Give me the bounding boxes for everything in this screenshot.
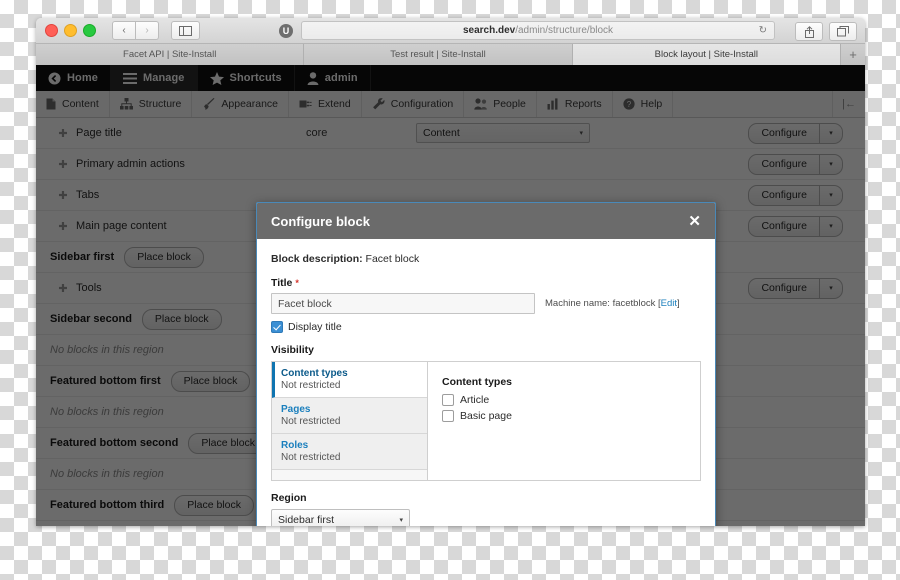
address-bar-area: U search.dev/admin/structure/block ↻	[279, 22, 775, 39]
article-label: Article	[460, 394, 489, 406]
page-content: Home Manage Shortcuts	[36, 65, 865, 526]
title-field-label: Title *	[271, 277, 701, 289]
display-title-row[interactable]: Display title	[271, 321, 701, 333]
required-marker: *	[295, 278, 299, 288]
minimize-window-button[interactable]	[64, 24, 77, 37]
new-tab-button[interactable]: +	[841, 44, 865, 65]
vertical-tab-title: Roles	[281, 440, 418, 451]
share-icon	[804, 26, 815, 38]
machine-name-prefix: Machine name: facetblock [	[545, 298, 661, 309]
title-label-text: Title	[271, 277, 292, 289]
article-checkbox[interactable]	[442, 394, 454, 406]
browser-window: ‹ › U search.dev/admin/structure/block ↻	[36, 18, 865, 526]
url-path: /admin/structure/block	[515, 25, 613, 36]
forward-icon: ›	[145, 25, 148, 36]
vertical-tab-pane: Content types Article Basic page	[428, 362, 700, 480]
display-title-checkbox[interactable]	[271, 321, 283, 333]
vertical-tab-content-types[interactable]: Content types Not restricted	[272, 362, 427, 398]
chrome-right-buttons	[795, 22, 857, 41]
browser-tab-bar: Facet API | Site-Install Test result | S…	[36, 44, 865, 66]
display-title-label: Display title	[288, 321, 342, 333]
dialog-header: Configure block ✕	[257, 203, 715, 239]
machine-name-suffix: ]	[677, 298, 680, 309]
vertical-tab-summary: Not restricted	[281, 380, 418, 391]
shield-icon: U	[279, 24, 293, 38]
block-description: Block description: Facet block	[271, 253, 701, 265]
basic-page-label: Basic page	[460, 410, 512, 422]
reload-icon[interactable]: ↻	[759, 25, 767, 36]
chevron-down-icon: ▾	[399, 516, 403, 524]
back-button[interactable]: ‹	[112, 21, 136, 40]
machine-name: Machine name: facetblock [Edit]	[545, 298, 680, 309]
vertical-tab-summary: Not restricted	[281, 416, 418, 427]
dialog-title: Configure block	[271, 214, 370, 229]
pane-heading: Content types	[442, 376, 700, 388]
browser-toolbar: ‹ › U search.dev/admin/structure/block ↻	[36, 18, 865, 44]
show-tabs-button[interactable]	[829, 22, 857, 41]
close-window-button[interactable]	[45, 24, 58, 37]
forward-button[interactable]: ›	[136, 21, 159, 40]
tabs-icon	[837, 26, 849, 37]
configure-block-dialog: Configure block ✕ Block description: Fac…	[256, 202, 716, 526]
browser-tab-1[interactable]: Facet API | Site-Install	[36, 44, 304, 65]
share-button[interactable]	[795, 22, 823, 41]
visibility-vertical-tabs: Content types Not restricted Pages Not r…	[271, 361, 701, 481]
region-select-value: Sidebar first	[278, 514, 334, 526]
browser-tab-3[interactable]: Block layout | Site-Install	[573, 44, 841, 65]
vertical-tab-list: Content types Not restricted Pages Not r…	[272, 362, 428, 480]
visibility-section-title: Visibility	[271, 344, 701, 356]
region-field-label: Region	[271, 492, 701, 504]
vertical-tab-summary: Not restricted	[281, 452, 418, 463]
block-description-label: Block description:	[271, 253, 363, 265]
region-select[interactable]: Sidebar first ▾	[271, 509, 410, 526]
sidebar-icon	[179, 26, 192, 36]
content-type-basic-page-row[interactable]: Basic page	[442, 410, 700, 422]
vertical-tab-title: Pages	[281, 404, 418, 415]
dialog-body: Block description: Facet block Title * F…	[257, 239, 715, 526]
browser-tab-2[interactable]: Test result | Site-Install	[304, 44, 572, 65]
zoom-window-button[interactable]	[83, 24, 96, 37]
content-type-article-row[interactable]: Article	[442, 394, 700, 406]
back-icon: ‹	[122, 25, 125, 36]
vertical-tab-title: Content types	[281, 368, 418, 379]
title-field-row: Facet block Machine name: facetblock [Ed…	[271, 293, 701, 314]
vertical-tab-roles[interactable]: Roles Not restricted	[272, 434, 427, 470]
close-icon[interactable]: ✕	[688, 214, 701, 229]
navigation-buttons: ‹ ›	[112, 21, 159, 40]
vertical-tab-pages[interactable]: Pages Not restricted	[272, 398, 427, 434]
title-input[interactable]: Facet block	[271, 293, 535, 314]
block-description-value: Facet block	[366, 253, 420, 265]
machine-name-edit-link[interactable]: Edit	[661, 298, 677, 309]
url-host: search.dev	[463, 25, 515, 36]
sidebar-toggle-button[interactable]	[171, 21, 200, 40]
basic-page-checkbox[interactable]	[442, 410, 454, 422]
window-controls	[45, 24, 96, 37]
address-bar[interactable]: search.dev/admin/structure/block ↻	[301, 21, 775, 40]
